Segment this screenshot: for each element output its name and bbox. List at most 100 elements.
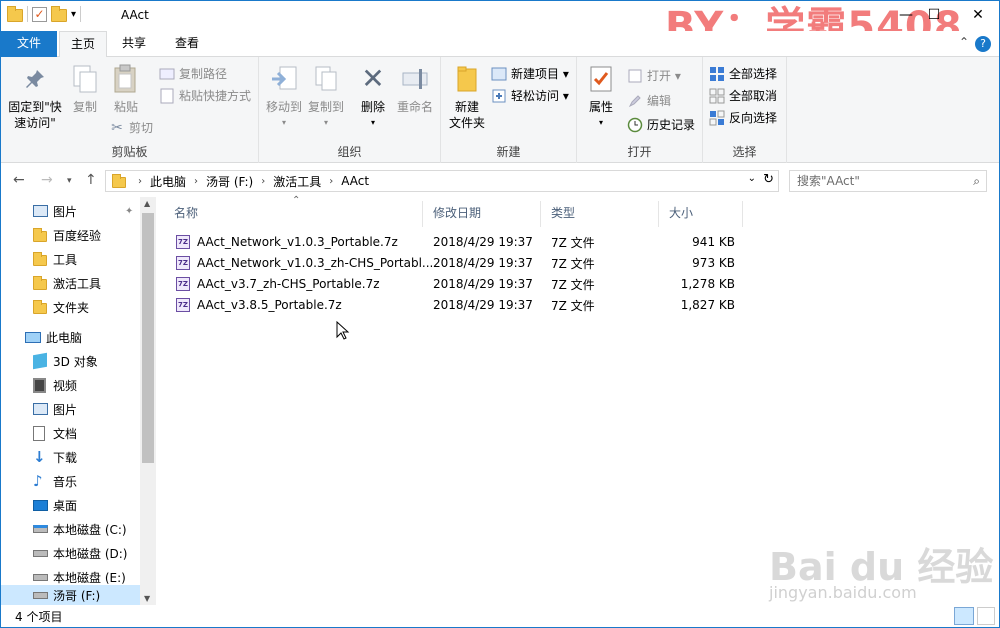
history-button[interactable]: 历史记录 xyxy=(627,116,695,133)
search-icon[interactable]: ⌕ xyxy=(973,171,980,191)
collapse-ribbon-icon[interactable]: ⌃ xyxy=(959,35,969,49)
scroll-up-icon[interactable]: ▲ xyxy=(144,199,150,208)
copy-button[interactable]: 复制 xyxy=(67,63,103,115)
recent-locations-icon[interactable]: ▾ xyxy=(67,176,72,186)
address-dropdown-icon[interactable]: ⌄ xyxy=(748,173,756,184)
delete-dropdown-icon: ▾ xyxy=(370,118,375,127)
nav-item-this-pc[interactable]: 此电脑 xyxy=(1,325,141,349)
open-label: 打开 ▾ xyxy=(647,69,681,83)
history-clock-icon xyxy=(627,117,643,133)
tab-file[interactable]: 文件 xyxy=(1,31,57,57)
nav-item-videos[interactable]: 视频 xyxy=(1,373,141,397)
nav-item-pictures[interactable]: 图片 xyxy=(1,397,141,421)
properties-check-icon[interactable]: ✓ xyxy=(32,6,47,22)
pictures-icon xyxy=(33,403,48,415)
invert-selection-button[interactable]: 反向选择 xyxy=(709,109,777,126)
help-icon[interactable]: ? xyxy=(975,36,991,52)
nav-item-3d-objects[interactable]: 3D 对象 xyxy=(1,349,141,373)
file-type: 7Z 文件 xyxy=(551,235,595,250)
file-row[interactable]: 7Z AAct_v3.7_zh-CHS_Portable.7z 2018/4/2… xyxy=(174,274,744,294)
navigation-pane: 图片 ✦ 百度经验 工具 激活工具 文件夹 此电脑 3D 对象 视频 图片 文档… xyxy=(1,197,156,605)
nav-item-drive-c[interactable]: 本地磁盘 (C:) xyxy=(1,517,141,541)
nav-item-music[interactable]: ♪ 音乐 xyxy=(1,469,141,493)
explorer-window: ✓ ▾ AAct BY：学霸5408 — ☐ ✕ 文件 主页 共享 查看 ⌃ ?… xyxy=(0,0,1000,628)
breadcrumb-aact[interactable]: AAct xyxy=(341,174,369,188)
copy-path-icon xyxy=(159,66,175,82)
nav-item-desktop[interactable]: 桌面 xyxy=(1,493,141,517)
nav-item-activation-tools[interactable]: 激活工具 xyxy=(1,271,141,295)
select-group-label: 选择 xyxy=(732,145,757,159)
customize-toolbar-icon[interactable]: ▾ xyxy=(71,9,76,20)
column-header-name[interactable]: 名称 xyxy=(164,201,423,227)
open-button[interactable]: 打开 ▾ xyxy=(627,67,681,84)
pin-icon[interactable]: ✦ xyxy=(125,206,133,217)
nav-item-documents[interactable]: 文档 xyxy=(1,421,141,445)
maximize-button[interactable]: ☐ xyxy=(911,1,957,31)
paste-shortcut-button[interactable]: 粘贴快捷方式 xyxy=(159,87,251,104)
move-to-button[interactable]: 移动到 ▾ xyxy=(263,63,305,131)
properties-button[interactable]: 属性 ▾ xyxy=(583,63,619,131)
edit-button[interactable]: 编辑 xyxy=(627,92,671,109)
file-modified: 2018/4/29 19:37 xyxy=(433,298,533,312)
computer-icon xyxy=(25,331,41,343)
tab-share[interactable]: 共享 xyxy=(111,31,157,57)
column-header-modified[interactable]: 修改日期 xyxy=(423,201,541,227)
forward-arrow-icon[interactable]: → xyxy=(41,172,53,188)
rename-button[interactable]: 重命名 xyxy=(393,63,437,115)
nav-item-pictures-quick[interactable]: 图片 ✦ xyxy=(1,199,141,223)
nav-item-baidu-jingyan[interactable]: 百度经验 xyxy=(1,223,141,247)
nav-item-tools[interactable]: 工具 xyxy=(1,247,141,271)
up-arrow-icon[interactable]: ↑ xyxy=(85,172,97,188)
nav-scrollbar-thumb[interactable] xyxy=(142,213,154,463)
cut-label: 剪切 xyxy=(129,121,154,135)
cut-button[interactable]: ✂ 剪切 xyxy=(109,119,153,136)
select-group: 全部选择 全部取消 反向选择 选择 xyxy=(703,57,787,163)
paste-shortcut-label: 粘贴快捷方式 xyxy=(179,89,252,103)
nav-item-drive-f[interactable]: 汤哥 (F:) xyxy=(1,585,141,605)
breadcrumb-this-pc[interactable]: 此电脑 xyxy=(150,173,186,190)
file-row[interactable]: 7Z AAct_Network_v1.0.3_zh-CHS_Portabl...… xyxy=(174,253,744,273)
pictures-icon xyxy=(33,205,48,217)
new-folder-button[interactable]: 新建 文件夹 xyxy=(445,63,489,131)
nav-item-drive-d[interactable]: 本地磁盘 (D:) xyxy=(1,541,141,565)
easy-access-button[interactable]: 轻松访问 ▾ xyxy=(491,87,569,104)
back-arrow-icon[interactable]: ← xyxy=(13,172,25,188)
scroll-down-icon[interactable]: ▼ xyxy=(144,594,150,603)
file-row[interactable]: 7Z AAct_v3.8.5_Portable.7z 2018/4/29 19:… xyxy=(174,295,744,315)
file-name: AAct_Network_v1.0.3_Portable.7z xyxy=(197,235,398,249)
breadcrumb-activation-tools[interactable]: 激活工具 xyxy=(273,173,321,190)
select-none-button[interactable]: 全部取消 xyxy=(709,87,777,104)
new-item-button[interactable]: 新建项目 ▾ xyxy=(491,65,569,82)
nav-scrollbar[interactable]: ▲ ▼ xyxy=(140,197,156,605)
large-icons-view-icon[interactable] xyxy=(977,607,995,625)
details-view-icon[interactable] xyxy=(954,607,974,625)
tab-home[interactable]: 主页 xyxy=(59,31,107,58)
nav-item-folder[interactable]: 文件夹 xyxy=(1,295,141,319)
copy-to-button[interactable]: 复制到 ▾ xyxy=(305,63,347,131)
item-count: 4 个项目 xyxy=(15,610,63,624)
pin-quick-access-button[interactable]: 固定到"快 速访问" xyxy=(5,63,65,131)
new-folder-icon[interactable] xyxy=(51,6,67,22)
nav-item-downloads[interactable]: ↓ 下载 xyxy=(1,445,141,469)
close-button[interactable]: ✕ xyxy=(955,1,999,31)
column-header-type[interactable]: 类型 xyxy=(541,201,659,227)
refresh-icon[interactable]: ↻ xyxy=(763,172,774,187)
copy-path-button[interactable]: 复制路径 xyxy=(159,65,227,82)
nav-item-label: 下载 xyxy=(53,450,78,465)
column-header-size[interactable]: 大小 xyxy=(659,201,743,227)
delete-button[interactable]: ✕ 删除 ▾ xyxy=(355,63,391,131)
breadcrumb-drive-f[interactable]: 汤哥 (F:) xyxy=(206,173,253,190)
toolbar-divider xyxy=(80,6,82,22)
tab-view[interactable]: 查看 xyxy=(163,31,211,57)
open-icon xyxy=(627,68,643,84)
select-all-button[interactable]: 全部选择 xyxy=(709,65,777,82)
7z-archive-icon: 7Z xyxy=(176,277,190,291)
search-input[interactable]: 搜索"AAct" ⌕ xyxy=(789,170,987,192)
download-arrow-icon: ↓ xyxy=(33,448,46,466)
nav-item-label: 图片 xyxy=(53,204,78,219)
file-row[interactable]: 7Z AAct_Network_v1.0.3_Portable.7z 2018/… xyxy=(174,232,744,252)
address-bar[interactable]: › 此电脑 › 汤哥 (F:) › 激活工具 › AAct ⌄ ↻ xyxy=(105,170,779,192)
file-modified: 2018/4/29 19:37 xyxy=(433,235,533,249)
quick-access-toolbar: ✓ ▾ xyxy=(7,6,82,22)
paste-button[interactable]: 粘贴 xyxy=(105,63,147,115)
